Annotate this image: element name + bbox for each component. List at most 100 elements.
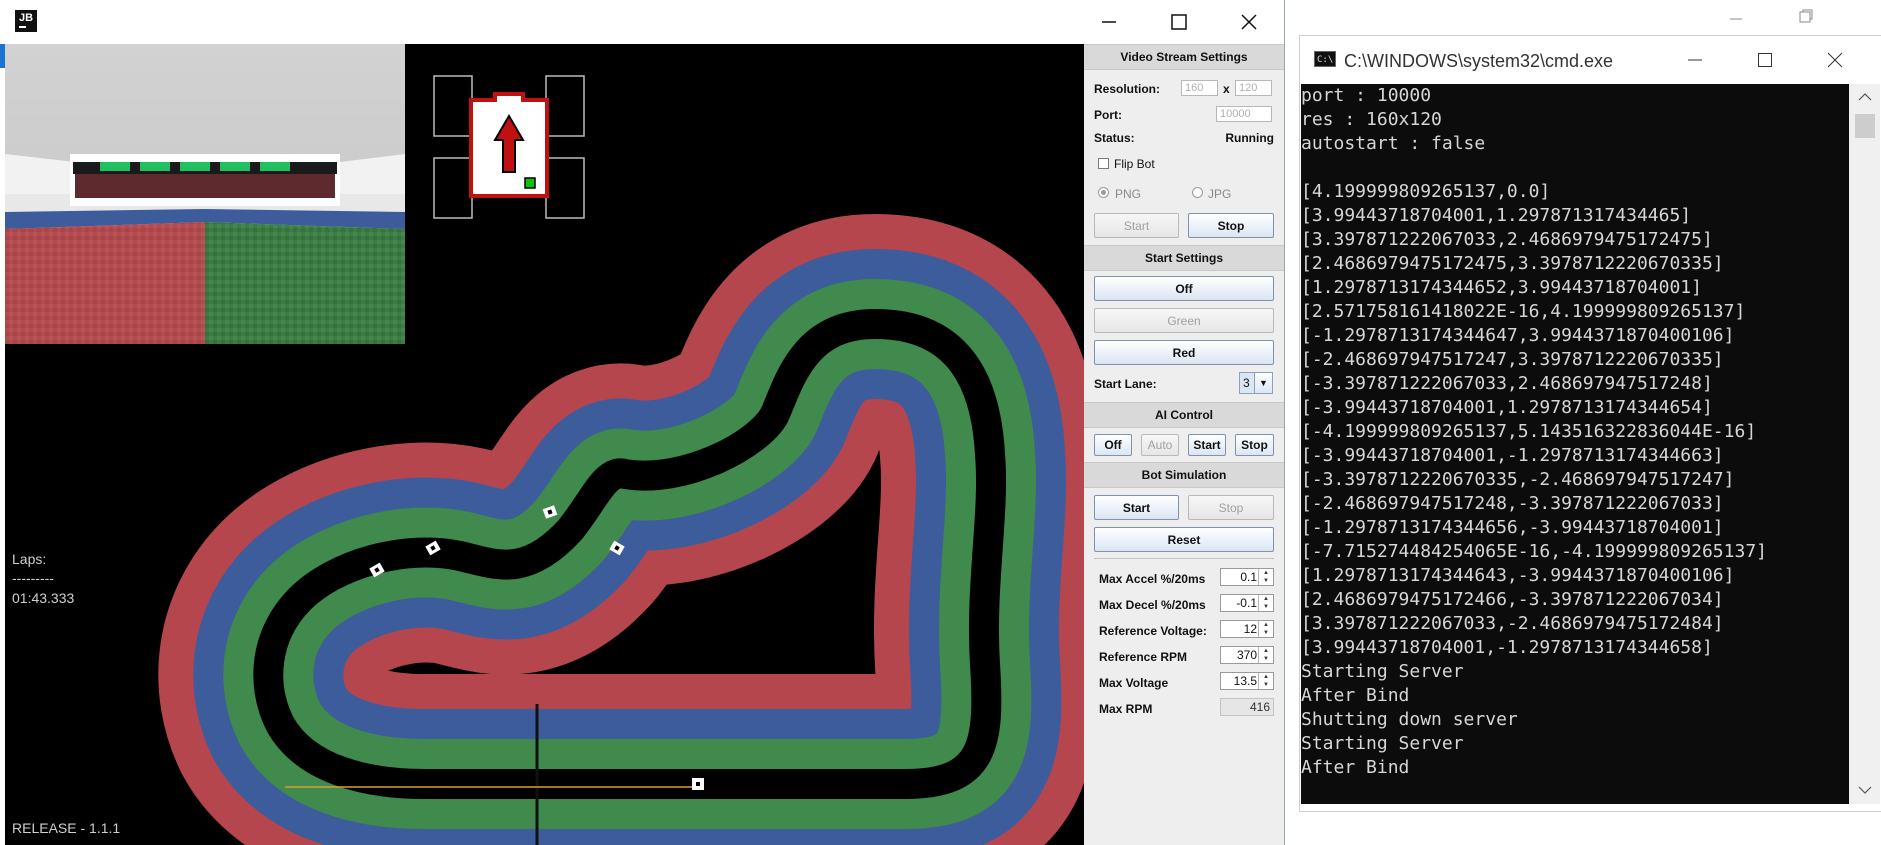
bot-marker: [692, 778, 704, 790]
simulation-view[interactable]: Laps: --------- 01:43.333 RELEASE - 1.1.…: [5, 44, 1084, 845]
console-output[interactable]: port : 10000 res : 160x120 autostart : fal…: [1301, 84, 1849, 804]
minimize-icon: [1102, 21, 1116, 23]
max-voltage-spinner[interactable]: 13.5 ▲ ▼: [1220, 672, 1274, 690]
simulator-window: JB Laps: --------- 01:43.333 RELEASE - 1…: [0, 0, 1285, 845]
bot-simulation-header: Bot Simulation: [1084, 462, 1284, 488]
maximize-button[interactable]: [1144, 0, 1214, 44]
param-label: Max Accel %/20ms: [1099, 572, 1206, 586]
video-stream-header: Video Stream Settings: [1084, 44, 1284, 70]
close-icon: [1241, 14, 1257, 30]
close-button[interactable]: [1214, 0, 1284, 44]
png-label: PNG: [1115, 187, 1142, 201]
minimize-button[interactable]: [1074, 0, 1144, 44]
console-line: Starting Server: [1301, 733, 1464, 754]
console-line: [-1.2978713174344647,3.9944371870400106]: [1301, 325, 1735, 346]
sim-reset-button[interactable]: Reset: [1094, 527, 1274, 552]
wheel-rear-left: [433, 157, 473, 219]
spinner-up-icon[interactable]: ▲: [1259, 673, 1273, 681]
console-line: [1.2978713174344643,-3.9944371870400106]: [1301, 565, 1735, 586]
wheel-front-left: [433, 75, 473, 137]
flip-bot-label: Flip Bot: [1114, 157, 1155, 171]
start-green-button[interactable]: Green: [1094, 308, 1274, 333]
laps-label: Laps:: [12, 551, 47, 567]
jpg-radio[interactable]: [1192, 187, 1203, 198]
spinner-down-icon[interactable]: ▼: [1259, 629, 1273, 637]
reference-voltage-spinner[interactable]: 12 ▲ ▼: [1220, 620, 1274, 638]
console-line: [-3.397871222067033,2.468697947517248]: [1301, 373, 1713, 394]
port-field[interactable]: 10000: [1216, 106, 1272, 122]
console-line: Starting Server: [1301, 661, 1464, 682]
console-line: [-7.715274484254065E-16,-4.1999998092651…: [1301, 541, 1767, 562]
max-rpm-value: 416: [1220, 698, 1274, 716]
sim-start-button[interactable]: Start: [1094, 495, 1179, 520]
console-line: After Bind: [1301, 757, 1410, 778]
background-minimize-icon[interactable]: [1728, 8, 1744, 26]
param-value: 370: [1236, 648, 1257, 662]
console-line: [3.99443718704001,-1.2978713174344658]: [1301, 637, 1713, 658]
laps-separator: ---------: [12, 570, 54, 586]
control-panel: Video Stream Settings Resolution: 160 x …: [1084, 44, 1284, 845]
ai-auto-button[interactable]: Auto: [1141, 434, 1179, 456]
console-line: [-1.2978713174344656,-3.99443718704001]: [1301, 517, 1724, 538]
spinner-up-icon[interactable]: ▲: [1259, 595, 1273, 603]
spinner-down-icon[interactable]: ▼: [1259, 603, 1273, 611]
spinner-up-icon[interactable]: ▲: [1259, 647, 1273, 655]
max-accel-spinner[interactable]: 0.1 ▲ ▼: [1220, 568, 1274, 586]
spinner-down-icon[interactable]: ▼: [1259, 577, 1273, 585]
console-line: Shutting down server: [1301, 709, 1518, 730]
png-radio[interactable]: [1098, 187, 1109, 198]
spinner-down-icon[interactable]: ▼: [1259, 655, 1273, 663]
start-lane-select[interactable]: 3 ▼: [1239, 372, 1273, 394]
video-start-button[interactable]: Start: [1094, 213, 1179, 238]
port-label: Port:: [1094, 108, 1122, 122]
console-line: [-4.199999809265137,5.143516322836044E-1…: [1301, 421, 1757, 442]
console-line: [-2.468697947517247,3.3978712220670335]: [1301, 349, 1724, 370]
bot-status-diagram: [433, 75, 585, 219]
flip-bot-checkbox[interactable]: [1098, 158, 1109, 169]
status-value: Running: [1225, 131, 1274, 145]
console-line: [-3.3978712220670335,-2.468697947517247]: [1301, 469, 1735, 490]
background-restore-icon[interactable]: [1798, 8, 1814, 29]
console-close-button[interactable]: [1800, 36, 1870, 83]
ai-off-button[interactable]: Off: [1094, 434, 1132, 456]
max-decel-spinner[interactable]: -0.1 ▲ ▼: [1220, 594, 1274, 612]
param-value: 0.1: [1240, 570, 1257, 584]
jb-logo-icon: JB: [15, 10, 37, 32]
start-red-button[interactable]: Red: [1094, 340, 1274, 365]
ai-stop-button[interactable]: Stop: [1235, 434, 1274, 456]
console-maximize-button[interactable]: [1730, 36, 1800, 83]
param-value: 13.5: [1233, 674, 1257, 688]
param-label: Max RPM: [1099, 702, 1153, 716]
console-line: [1.2978713174344652,3.99443718704001]: [1301, 277, 1702, 298]
start-lane-value: 3: [1243, 376, 1250, 390]
scrollbar-thumb[interactable]: [1855, 114, 1875, 138]
console-scrollbar[interactable]: [1849, 84, 1880, 804]
param-label: Reference RPM: [1099, 650, 1188, 664]
resolution-height-field[interactable]: 120: [1235, 80, 1272, 96]
ai-start-button[interactable]: Start: [1188, 434, 1226, 456]
lap-time: 01:43.333: [12, 590, 75, 606]
console-window: C:\ C:\WINDOWS\system32\cmd.exe port : 1…: [1299, 35, 1881, 812]
jpg-label: JPG: [1208, 187, 1232, 201]
minimize-icon: [1688, 59, 1702, 60]
console-line: [2.4686979475172475,3.3978712220670335]: [1301, 253, 1724, 274]
console-line: [-3.99443718704001,1.2978713174344654]: [1301, 397, 1713, 418]
sim-stop-button[interactable]: Stop: [1188, 495, 1274, 520]
param-label: Max Decel %/20ms: [1099, 598, 1206, 612]
param-label: Max Voltage: [1099, 676, 1169, 690]
scroll-up-icon[interactable]: [1858, 92, 1872, 102]
wheel-front-right: [545, 75, 585, 137]
video-stop-button[interactable]: Stop: [1188, 213, 1274, 238]
scroll-down-icon[interactable]: [1858, 785, 1872, 795]
terminal-icon: C:\: [1314, 51, 1336, 67]
status-led-icon: [524, 177, 536, 189]
spinner-down-icon[interactable]: ▼: [1259, 681, 1273, 689]
spinner-up-icon[interactable]: ▲: [1259, 621, 1273, 629]
console-minimize-button[interactable]: [1660, 36, 1730, 83]
start-lane-label: Start Lane:: [1094, 377, 1157, 391]
resolution-width-field[interactable]: 160: [1181, 80, 1218, 96]
reference-rpm-spinner[interactable]: 370 ▲ ▼: [1220, 646, 1274, 664]
param-value: -0.1: [1236, 596, 1257, 610]
start-off-button[interactable]: Off: [1094, 276, 1274, 301]
spinner-up-icon[interactable]: ▲: [1259, 569, 1273, 577]
